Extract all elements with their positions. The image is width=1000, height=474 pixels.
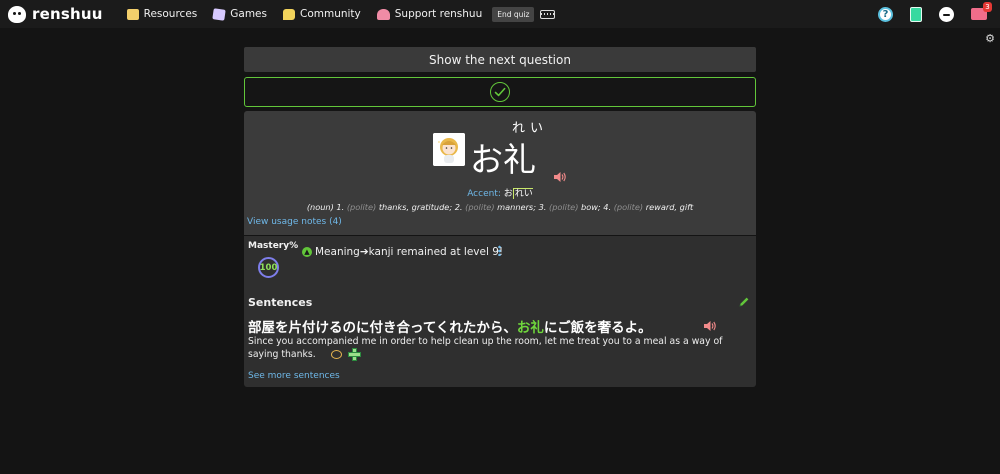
nav-community-label: Community <box>299 8 361 20</box>
accent-high: れい <box>512 188 533 199</box>
def-num-2: 2. <box>454 202 463 212</box>
mastery-message-text: Meaning➔kanji remained at level 9! <box>315 246 504 258</box>
sentence-english-text: Since you accompanied me in order to hel… <box>248 336 723 360</box>
mastery-label: Mastery% <box>248 241 299 251</box>
mastery-ring: 100 <box>258 257 279 278</box>
next-question-button[interactable]: Show the next question <box>244 47 756 72</box>
nav-resources-label: Resources <box>143 8 198 20</box>
nav-resources[interactable]: Resources <box>126 8 198 20</box>
def-text-3: bow; <box>581 202 601 212</box>
mastery-message: ▲ Meaning➔kanji remained at level 9! <box>302 246 503 258</box>
accent-label[interactable]: Accent: <box>467 189 501 199</box>
more-options-icon[interactable] <box>498 245 501 256</box>
top-navigation-bar: renshuu Resources Games Community Suppor… <box>0 0 1000 28</box>
help-icon[interactable]: ? <box>878 6 893 22</box>
mail-icon[interactable]: 3 <box>971 2 992 20</box>
def-num-1: 1. <box>336 202 345 212</box>
def-text-2: manners; <box>497 202 536 212</box>
sentence-english: Since you accompanied me in order to hel… <box>248 335 748 361</box>
brand-name: renshuu <box>32 5 103 23</box>
sentences-title: Sentences <box>248 296 313 309</box>
word-kanji: お礼 <box>470 140 536 179</box>
nav-games[interactable]: Games <box>212 7 267 21</box>
top-right-tools: ? 3 <box>878 0 1000 28</box>
correct-check-icon <box>490 82 510 102</box>
heart-icon <box>376 8 390 20</box>
nav-community[interactable]: Community <box>282 8 361 20</box>
main-nav: Resources Games Community Support renshu… <box>126 6 556 22</box>
character-avatar-icon <box>433 133 465 166</box>
renshuu-logo[interactable]: renshuu <box>8 5 103 23</box>
end-quiz-button[interactable]: End quiz <box>492 6 535 22</box>
part-of-speech: (noun) <box>306 202 334 212</box>
logo-mascot-icon <box>8 5 26 23</box>
add-plus-icon[interactable] <box>347 348 361 361</box>
definitions: (noun) 1. (polite) thanks, gratitude; 2.… <box>244 202 756 212</box>
sentence-jp-before: 部屋を片付けるのに付き合ってくれたから、 <box>248 320 517 336</box>
def-register-2: (polite) <box>465 202 495 212</box>
accent-line: Accent: おれい <box>244 186 756 199</box>
settings-gear-icon[interactable]: ⚙ <box>985 32 995 45</box>
sentence-japanese: 部屋を片付けるのに付き合ってくれたから、お礼にご飯を奢るよ。 <box>248 316 652 336</box>
answer-result-box <box>244 77 756 107</box>
def-text-4: reward, gift <box>645 202 694 212</box>
def-register-3: (polite) <box>549 202 579 212</box>
def-num-3: 3. <box>538 202 547 212</box>
chat-bubble-icon <box>282 8 295 20</box>
profile-face-icon[interactable] <box>939 6 954 22</box>
word-card: れい お礼 Accent: おれい (noun) 1. (polite) tha… <box>244 111 756 235</box>
see-more-sentences-link[interactable]: See more sentences <box>248 371 340 381</box>
mastery-section: Mastery% 100 ▲ Meaning➔kanji remained at… <box>244 236 756 291</box>
pencil-edit-icon[interactable] <box>738 296 750 308</box>
keyboard-icon[interactable] <box>540 9 556 19</box>
sentence-jp-after: にご飯を奢るよ。 <box>543 320 652 336</box>
arrow-up-icon: ▲ <box>302 247 312 257</box>
sentence-speaker-icon[interactable] <box>703 320 717 332</box>
nav-games-label: Games <box>230 8 267 20</box>
comment-bubble-icon[interactable] <box>330 350 342 359</box>
mail-badge: 3 <box>983 2 992 12</box>
sentences-section: Sentences 部屋を片付けるのに付き合ってくれたから、お礼にご飯を奢るよ。… <box>244 291 756 387</box>
nav-support[interactable]: Support renshuu <box>376 8 483 20</box>
def-num-4: 4. <box>603 202 612 212</box>
sentence-actions <box>330 348 361 361</box>
dice-icon <box>212 7 226 21</box>
accent-low: お <box>503 189 513 199</box>
nav-support-label: Support renshuu <box>394 8 483 20</box>
book-icon <box>126 8 139 20</box>
speaker-icon[interactable] <box>553 171 567 183</box>
def-register-1: (polite) <box>346 202 377 212</box>
sentence-jp-highlight: お礼 <box>516 320 544 336</box>
view-usage-notes-link[interactable]: View usage notes (4) <box>247 217 342 227</box>
def-register-4: (polite) <box>613 202 644 212</box>
notebook-icon[interactable] <box>910 6 922 22</box>
def-text-1: thanks, gratitude; <box>378 202 453 212</box>
